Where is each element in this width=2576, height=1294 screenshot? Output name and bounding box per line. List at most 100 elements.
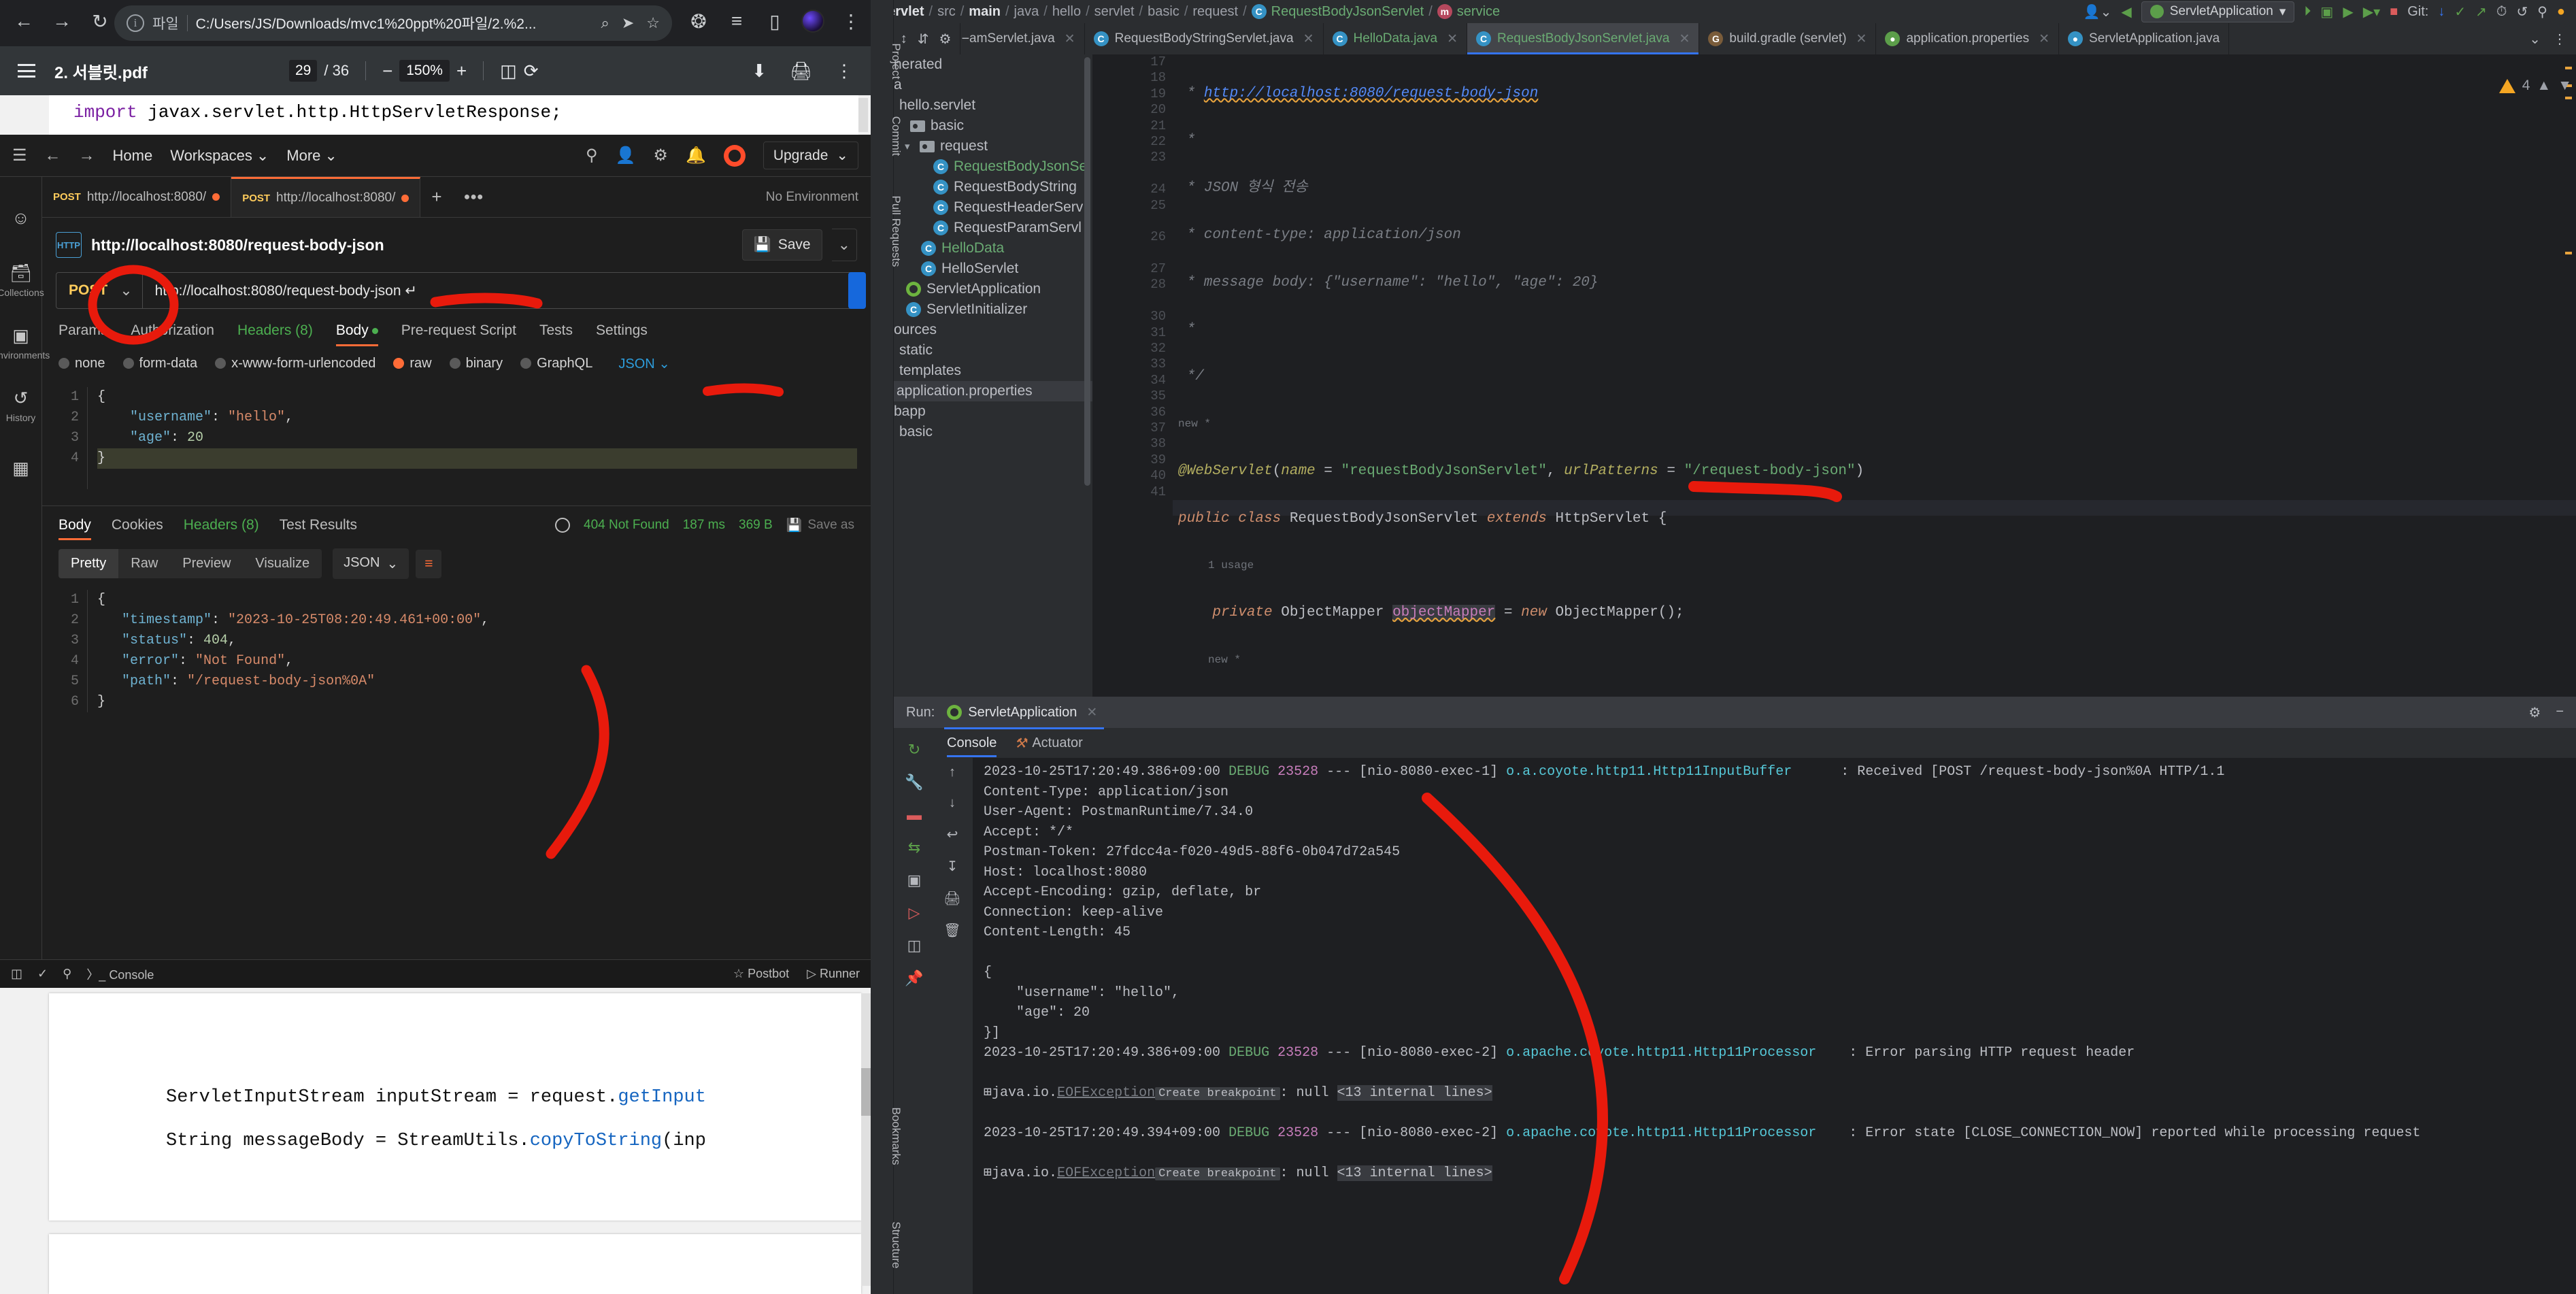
soft-wrap-icon[interactable]: ↩ xyxy=(947,826,958,843)
tree-item-templates[interactable]: templates xyxy=(894,361,1092,381)
gear-icon[interactable]: ⚙ xyxy=(653,146,668,165)
browser-menu-icon[interactable]: ⋮ xyxy=(839,10,863,33)
sidebar-item-environments[interactable]: ▣Environments xyxy=(0,312,50,374)
restart-icon[interactable]: ⇆ xyxy=(905,838,924,857)
wrap-lines-icon[interactable]: ≡ xyxy=(416,549,442,578)
view-raw[interactable]: Raw xyxy=(118,549,171,578)
pdf-scrollbar-bottom[interactable] xyxy=(861,993,871,1286)
url-input[interactable]: http://localhost:8080/request-body-json … xyxy=(143,282,417,299)
bell-icon[interactable]: 🔔 xyxy=(686,146,706,165)
reading-list-icon[interactable]: ≡ xyxy=(725,10,748,33)
radio-x-www-form-urlencoded[interactable]: x-www-form-urlencoded xyxy=(215,356,375,371)
tab-console[interactable]: Console xyxy=(947,735,997,757)
tree-item-servletapplication[interactable]: ServletApplication xyxy=(894,279,1092,299)
zoom-out-icon[interactable]: − xyxy=(382,61,392,82)
git-rollback-icon[interactable]: ↺ xyxy=(2516,3,2528,20)
tree-scrollbar[interactable] xyxy=(1084,57,1090,486)
request-body-editor[interactable]: 1234 { "username": "hello", "age": 20 } xyxy=(56,387,857,489)
close-icon[interactable]: ✕ xyxy=(1679,31,1690,47)
wrench-icon[interactable]: 🔧 xyxy=(905,773,924,792)
tree-item-generated[interactable]: nerated xyxy=(894,54,1092,75)
tab-settings[interactable]: Settings xyxy=(596,322,648,339)
rerun-icon[interactable]: ↻ xyxy=(905,740,924,759)
close-icon[interactable]: ✕ xyxy=(1303,31,1314,47)
postman-nav-workspaces[interactable]: Workspaces ⌄ xyxy=(170,147,269,165)
postbot-button[interactable]: ☆ Postbot xyxy=(733,967,789,981)
sidebar-item-user[interactable]: ☺ xyxy=(0,186,41,249)
gear-icon[interactable]: ⚙ xyxy=(939,31,952,48)
tree-item-helloservlet[interactable]: C HelloServlet xyxy=(894,259,1092,279)
tool-window-commit[interactable]: Commit xyxy=(889,95,903,177)
close-icon[interactable]: ✕ xyxy=(1447,31,1458,47)
profiler-icon[interactable]: ▶▾ xyxy=(2363,3,2380,20)
tree-item-webapp[interactable]: bapp xyxy=(894,401,1092,422)
inspection-widget[interactable]: 4 ▲ ▼ xyxy=(2498,78,2572,94)
environment-selector[interactable]: No Environment xyxy=(754,177,871,217)
editor-tab-5[interactable]: ● application.properties ✕ xyxy=(1876,23,2060,54)
warning-marker[interactable] xyxy=(2565,97,2572,99)
tab-headers[interactable]: Headers (8) xyxy=(237,322,313,339)
tree-item-basic2[interactable]: basic xyxy=(894,422,1092,442)
clear-all-icon[interactable]: 🗑 xyxy=(943,922,960,939)
extensions-icon[interactable]: ❂ xyxy=(687,10,710,33)
check-icon[interactable]: ✓ xyxy=(37,967,48,981)
debug-icon[interactable]: ▶ xyxy=(2343,3,2353,20)
tree-item-requestbodystringservlet[interactable]: C RequestBodyString xyxy=(894,177,1092,197)
editor-tab-1[interactable]: C RequestBodyStringServlet.java ✕ xyxy=(1085,23,1324,54)
request-tab-2[interactable]: POST http://localhost:8080/ xyxy=(231,177,421,217)
tool-window-structure[interactable]: Structure xyxy=(889,1204,903,1286)
tree-item-requestbodyjsonservlet[interactable]: C RequestBodyJsonSe xyxy=(894,156,1092,177)
view-pretty[interactable]: Pretty xyxy=(58,549,119,578)
postman-back-icon[interactable]: ← xyxy=(45,146,61,165)
pdf-zoom-level[interactable]: 150% xyxy=(399,60,450,82)
tree-item-request[interactable]: ▾ request xyxy=(894,136,1092,156)
git-update-icon[interactable]: ↓ xyxy=(2438,4,2445,20)
print-icon[interactable]: 🖨 xyxy=(790,61,812,82)
hide-icon[interactable]: − xyxy=(2556,704,2564,721)
layout-icon[interactable]: ◫ xyxy=(905,936,924,955)
stop-icon[interactable]: ■ xyxy=(2390,4,2398,20)
git-commit-icon[interactable]: ✓ xyxy=(2454,3,2466,20)
scroll-to-end-icon[interactable]: ↧ xyxy=(947,858,958,875)
print-icon[interactable]: 🖨 xyxy=(943,890,960,907)
avatar[interactable] xyxy=(801,10,824,33)
run-icon[interactable]: ⏵ xyxy=(2304,4,2311,20)
breadcrumb-item-8[interactable]: RequestBodyJsonServlet xyxy=(1271,4,1424,20)
breadcrumb-item-1[interactable]: src xyxy=(937,4,956,20)
fit-page-icon[interactable]: ◫ xyxy=(500,61,517,82)
editor-error-stripe[interactable] xyxy=(2564,54,2573,697)
pin-icon[interactable]: 📌 xyxy=(905,969,924,988)
close-icon[interactable]: ✕ xyxy=(1086,705,1097,720)
warning-marker[interactable] xyxy=(2565,252,2572,254)
send-button[interactable] xyxy=(848,272,866,309)
response-tab-cookies[interactable]: Cookies xyxy=(112,517,163,533)
request-tab-1[interactable]: POST http://localhost:8080/ xyxy=(42,177,232,217)
save-button[interactable]: 💾 Save xyxy=(741,229,822,261)
console-button[interactable]: 〉_ Console xyxy=(86,965,154,983)
device-toggle-icon[interactable]: ▯ xyxy=(763,10,786,33)
close-icon[interactable]: ✕ xyxy=(1065,31,1075,47)
upgrade-button[interactable]: Upgrade ⌄ xyxy=(763,142,858,169)
tool-window-project[interactable]: Project xyxy=(889,20,903,102)
chevron-down-icon[interactable]: ⌄ xyxy=(2529,31,2541,48)
pdf-scrollbar[interactable] xyxy=(858,98,868,132)
search-icon[interactable]: ⚲ xyxy=(586,146,598,165)
postman-nav-home[interactable]: Home xyxy=(113,147,153,165)
tree-item-basic[interactable]: basic xyxy=(894,116,1092,136)
pdf-menu-icon[interactable]: ⋮ xyxy=(835,61,853,82)
tree-item-application-properties[interactable]: application.properties xyxy=(894,381,1092,401)
code-editor[interactable]: 17 18 19 20 21 22 23 24 25 26 27 28 30 3… xyxy=(1092,54,2576,697)
breadcrumb-item-5[interactable]: servlet xyxy=(1094,4,1135,20)
tree-item-resources[interactable]: ources xyxy=(894,320,1092,340)
address-url-text[interactable]: C:/Users/JS/Downloads/mvc1%20ppt%20파일/2.… xyxy=(196,13,537,33)
tree-item-java[interactable]: a xyxy=(894,75,1092,95)
zoom-icon[interactable]: ⌕ xyxy=(601,14,609,32)
find-icon[interactable]: ⚲ xyxy=(63,967,71,981)
tree-item-static[interactable]: static xyxy=(894,340,1092,361)
response-tab-headers[interactable]: Headers (8) xyxy=(184,517,259,533)
tree-item-package[interactable]: hello.servlet xyxy=(894,95,1092,116)
tab-tests[interactable]: Tests xyxy=(539,322,573,339)
sidebar-item-apps[interactable]: ▦ xyxy=(0,437,41,499)
console-output[interactable]: 2023-10-25T17:20:49.386+09:00 DEBUG 2352… xyxy=(973,758,2576,1294)
new-tab-button[interactable]: + xyxy=(420,177,452,217)
